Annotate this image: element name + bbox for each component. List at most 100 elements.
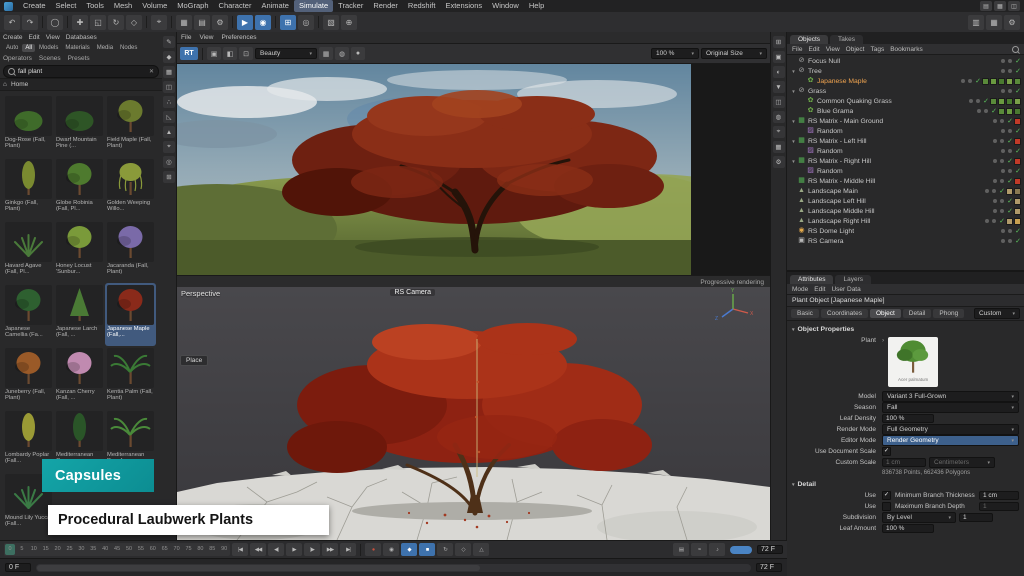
enabled-check-icon[interactable]: ✓ [1015, 67, 1021, 75]
key-pla-toggle[interactable]: △ [473, 543, 489, 556]
hud-icon[interactable]: ◍ [773, 111, 785, 123]
asset-item-jacaranda-fall-plant[interactable]: Jacaranda (Fall, Plant) [105, 220, 156, 283]
ab-menu-databases[interactable]: Databases [66, 34, 97, 41]
ab-compare-icon[interactable]: ◧ [223, 47, 237, 60]
play-button[interactable]: ▶ [286, 543, 302, 556]
asset-item-dog-rose-fall-plant[interactable]: Dog-Rose (Fall, Plant) [3, 94, 54, 157]
material-tag[interactable] [1006, 108, 1013, 115]
asset-item-kanzan-cherry-fall[interactable]: Kanzan Cherry (Fall, ... [54, 346, 105, 409]
object-row-common-quaking-grass[interactable]: ✿Common Quaking Grass✓ [787, 96, 1024, 106]
material-tag[interactable] [998, 98, 1005, 105]
enabled-check-icon[interactable]: ✓ [999, 187, 1005, 195]
view-layout-icon[interactable]: ⊞ [773, 36, 785, 48]
menu-select[interactable]: Select [51, 0, 82, 12]
enabled-check-icon[interactable]: ✓ [1007, 157, 1013, 165]
material-tag[interactable] [1006, 188, 1013, 195]
model-mode-icon[interactable]: ◆ [163, 51, 175, 63]
enabled-check-icon[interactable]: ✓ [1015, 237, 1021, 245]
menu-volume[interactable]: Volume [137, 0, 172, 12]
am-menu-mode[interactable]: Mode [792, 286, 808, 293]
enabled-check-icon[interactable]: ✓ [1007, 137, 1013, 145]
region-render-icon[interactable]: ⊡ [239, 47, 253, 60]
material-tag[interactable] [1014, 208, 1021, 215]
enabled-check-icon[interactable]: ✓ [1015, 87, 1021, 95]
editor-visibility-dot[interactable] [993, 179, 997, 183]
render-view-button[interactable]: ▦ [176, 15, 192, 30]
category-tab-presets[interactable]: Presets [68, 55, 90, 62]
asset-item-honey-locust-sunbur[interactable]: Honey Locust 'Sunbur... [54, 220, 105, 283]
editor-visibility-dot[interactable] [1001, 149, 1005, 153]
menu-extensions[interactable]: Extensions [440, 0, 487, 12]
editor-visibility-dot[interactable] [993, 119, 997, 123]
attr-dropdown-render-mode[interactable]: Full Geometry [882, 424, 1019, 435]
editor-visibility-dot[interactable] [993, 139, 997, 143]
rt-toggle-button[interactable]: RT [180, 47, 198, 60]
material-tag[interactable] [998, 108, 1005, 115]
timeline-scale-slider[interactable] [730, 546, 752, 554]
material-tag[interactable] [982, 78, 989, 85]
prev-key-button[interactable]: ◀◀ [250, 543, 266, 556]
range-start-field[interactable]: 0 F [5, 563, 31, 572]
material-tag[interactable] [1006, 98, 1013, 105]
clear-search-icon[interactable]: ✕ [149, 68, 154, 75]
attr-tab-phong[interactable]: Phong [933, 309, 964, 318]
enabled-check-icon[interactable]: ✓ [983, 97, 989, 105]
move-tool[interactable]: ✚ [72, 15, 88, 30]
render-visibility-dot[interactable] [984, 109, 988, 113]
menu-render[interactable]: Render [368, 0, 403, 12]
polygons-mode-icon[interactable]: ▲ [163, 126, 175, 138]
object-row-rs-matrix-main-ground[interactable]: ▼▦RS Matrix - Main Ground✓ [787, 116, 1024, 126]
enabled-check-icon[interactable]: ✓ [1007, 117, 1013, 125]
material-tag[interactable] [1014, 188, 1021, 195]
material-tag[interactable] [1006, 218, 1013, 225]
breadcrumb-label[interactable]: Home [11, 81, 28, 88]
safe-frame-icon[interactable]: ◫ [773, 96, 785, 108]
material-tag[interactable] [1014, 198, 1021, 205]
range-end-field[interactable]: 72 F [756, 563, 782, 572]
enabled-check-icon[interactable]: ✓ [999, 217, 1005, 225]
asset-item-field-maple-fall-plant[interactable]: Field Maple (Fall, Plant) [105, 94, 156, 157]
object-row-japanese-maple[interactable]: ✿Japanese Maple✓ [787, 76, 1024, 86]
perspective-viewport[interactable]: X Y Z Perspective RS Camera Place [177, 287, 770, 540]
layout-a-icon[interactable]: ▥ [968, 15, 984, 30]
am-menu-user-data[interactable]: User Data [831, 286, 860, 293]
expand-arrow-icon[interactable]: ▼ [790, 119, 797, 124]
plant-expand-arrow[interactable]: › [882, 337, 884, 344]
asset-item-juneberry-fall-plant[interactable]: Juneberry (Fall, Plant) [3, 346, 54, 409]
sound-track-icon[interactable]: ♪ [709, 543, 725, 556]
workplane-mode-icon[interactable]: ◫ [163, 81, 175, 93]
render-visibility-dot[interactable] [1008, 59, 1012, 63]
attr-tab-object[interactable]: Object [870, 309, 901, 318]
material-tag[interactable] [1014, 138, 1021, 145]
axis-mode-icon[interactable]: ⌖ [163, 141, 175, 153]
object-row-rs-matrix-right-hill[interactable]: ▼▦RS Matrix - Right Hill✓ [787, 156, 1024, 166]
asset-item-globe-robinia-fall-pl[interactable]: Globe Robinia (Fall, Pl... [54, 157, 105, 220]
material-tag[interactable] [1014, 218, 1021, 225]
timeline-options-icon[interactable]: ▤ [673, 543, 689, 556]
om-menu-object[interactable]: Object [846, 46, 865, 53]
view-options-icon[interactable]: ⚙ [773, 156, 785, 168]
points-mode-icon[interactable]: ∴ [163, 96, 175, 108]
object-row-random[interactable]: ▨Random✓ [787, 126, 1024, 136]
attr-number-field[interactable]: 1 [959, 513, 993, 522]
object-row-random[interactable]: ▨Random✓ [787, 166, 1024, 176]
menu-window[interactable]: Window [487, 0, 524, 12]
layout-b-icon[interactable]: ▦ [986, 15, 1002, 30]
view-axis-icon[interactable]: ⌖ [773, 126, 785, 138]
menu-animate[interactable]: Animate [256, 0, 294, 12]
expand-arrow-icon[interactable]: ▼ [790, 89, 797, 94]
enabled-check-icon[interactable]: ✓ [1015, 227, 1021, 235]
zoom-select[interactable]: 100 % [651, 48, 699, 59]
render-visibility-dot[interactable] [1008, 89, 1012, 93]
layout-panel-icon[interactable]: ▤ [980, 1, 992, 11]
object-row-landscape-main[interactable]: ▲Landscape Main✓ [787, 186, 1024, 196]
object-row-random[interactable]: ▨Random✓ [787, 146, 1024, 156]
panel-tab-objects[interactable]: Objects [790, 35, 828, 44]
view-grid-icon[interactable]: ▦ [773, 141, 785, 153]
editor-visibility-dot[interactable] [961, 79, 965, 83]
interface-icon[interactable]: ◫ [1008, 1, 1020, 11]
render-visibility-dot[interactable] [968, 79, 972, 83]
key-scale-toggle[interactable]: ■ [419, 543, 435, 556]
snap-toggle[interactable]: ⊞ [280, 15, 296, 30]
attr-number-field[interactable]: 1 cm [882, 458, 926, 467]
